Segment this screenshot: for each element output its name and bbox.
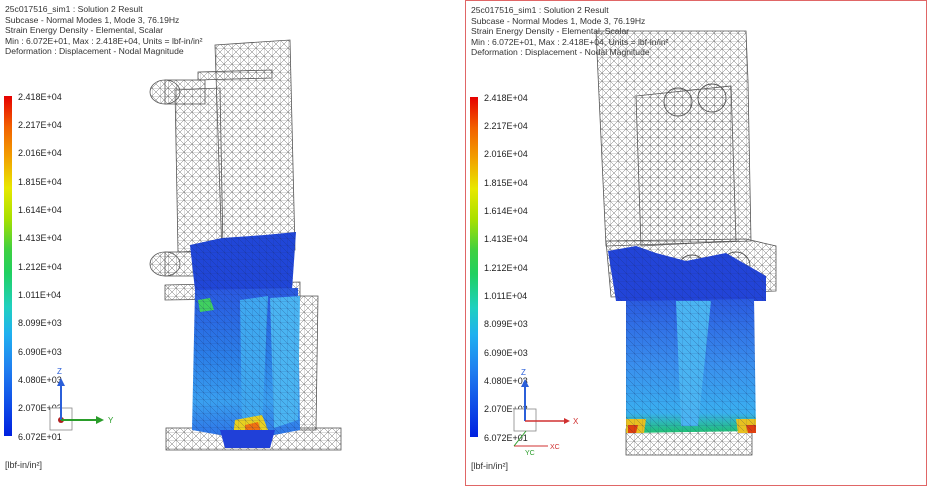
- axis-label-right: Y: [108, 416, 114, 425]
- viewport-left[interactable]: 25c017516_sim1 : Solution 2 Result Subca…: [0, 0, 462, 486]
- axis-label-xc: XC: [550, 444, 560, 451]
- legend-units: [lbf-in/in²]: [5, 460, 43, 470]
- axis-triad: Z Y: [49, 367, 114, 431]
- viewport-right[interactable]: 25c017516_sim1 : Solution 2 Result Subca…: [465, 0, 927, 486]
- axis-triad: Z X YC XC: [513, 368, 579, 457]
- axis-label-yc: YC: [525, 450, 535, 457]
- axis-label-up: Z: [57, 367, 62, 376]
- axis-label-right: X: [573, 417, 579, 426]
- axis-label-up: Z: [521, 368, 526, 377]
- legend-units: [lbf-in/in²]: [471, 461, 509, 471]
